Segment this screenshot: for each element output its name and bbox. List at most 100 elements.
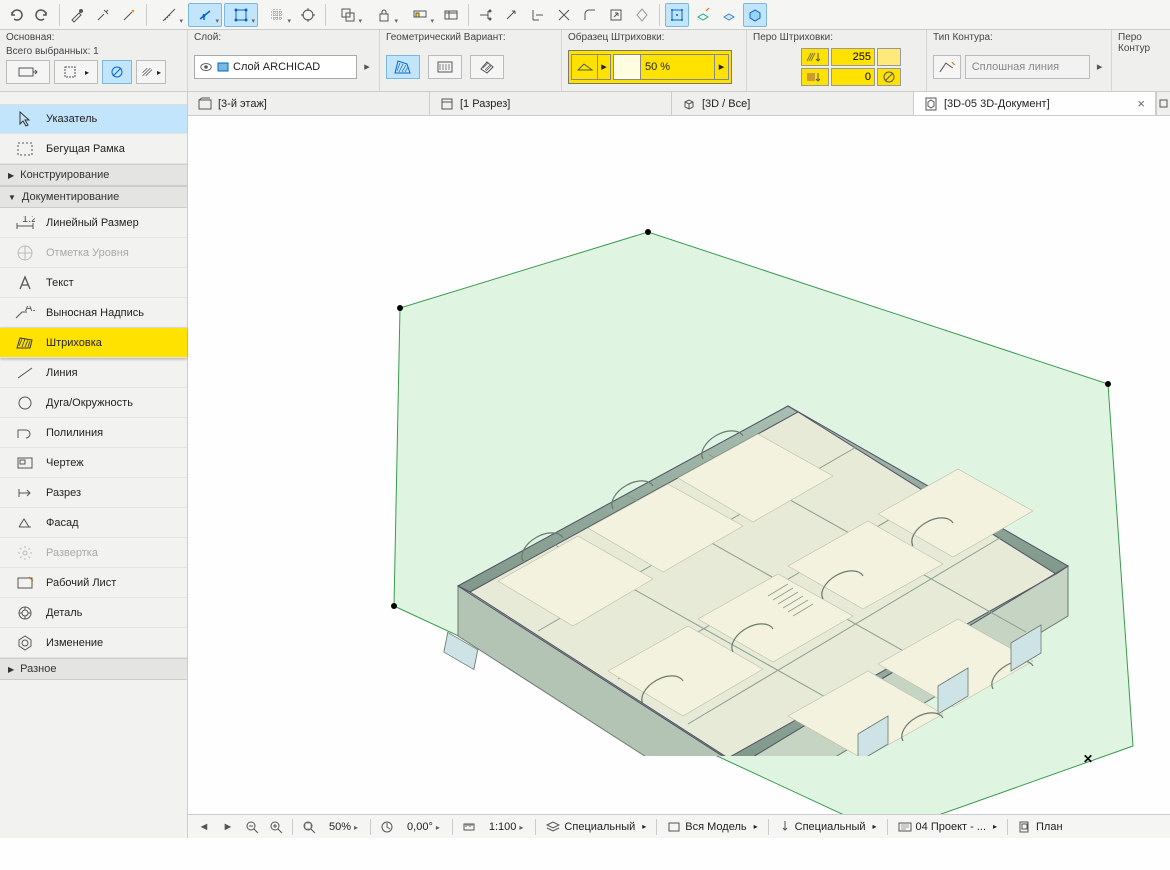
tab-3ddoc[interactable]: [3D-05 3D-Документ] ×	[914, 92, 1156, 115]
scale-value[interactable]: 1:100	[483, 821, 530, 833]
sidebar-item-hatch[interactable]: Штриховка	[0, 328, 187, 358]
display-dropdown[interactable]	[403, 3, 437, 27]
selection-settings-button[interactable]	[6, 60, 50, 84]
layer-arrow[interactable]: ▸	[361, 60, 373, 73]
zoom-prev-button[interactable]: ◄	[194, 818, 214, 836]
hatch-type-button[interactable]: ▸	[136, 60, 166, 84]
intersect-button[interactable]	[552, 3, 576, 27]
zoom-in-button[interactable]	[266, 818, 286, 836]
zoom-value[interactable]: 50%	[323, 821, 364, 833]
pen-fg-swatch[interactable]	[877, 48, 901, 66]
edit-plane-button[interactable]	[691, 3, 715, 27]
contour-toggle[interactable]	[933, 55, 961, 79]
cube-icon	[682, 97, 696, 111]
sidebar-header-document[interactable]: ▼Документирование	[0, 186, 187, 208]
resize-button[interactable]	[604, 3, 628, 27]
contour-type-combo[interactable]: Сплошная линия	[965, 55, 1091, 79]
sidebar-item-line[interactable]: Линия	[0, 358, 187, 388]
sidebar-item-interior[interactable]: Развертка	[0, 538, 187, 568]
contour-arrow[interactable]: ▸	[1094, 60, 1105, 73]
hatch-category-arrow[interactable]: ▸	[597, 54, 611, 80]
sidebar-item-elevation[interactable]: Фасад	[0, 508, 187, 538]
tab-section1[interactable]: [1 Разрез]	[430, 92, 672, 115]
snap-toggle[interactable]	[296, 3, 320, 27]
zoom-fit-button[interactable]	[299, 818, 319, 836]
pen-bg-icon[interactable]	[801, 68, 829, 86]
gravity-button[interactable]	[717, 3, 741, 27]
status-model[interactable]: Вся Модель▸	[663, 821, 761, 833]
eyedropper-button[interactable]	[65, 3, 89, 27]
sidebar-header-construct[interactable]: ▶Конструирование	[0, 164, 187, 186]
sidebar-item-drawing[interactable]: Чертеж	[0, 448, 187, 478]
polygon-node[interactable]	[645, 229, 651, 235]
label-icon: A1	[14, 302, 36, 324]
sidebar-item-text[interactable]: Текст	[0, 268, 187, 298]
sidebar-item-level[interactable]: Отметка Уровня	[0, 238, 187, 268]
status-plan[interactable]: План	[1014, 821, 1067, 833]
sidebar-item-label[interactable]: A1 Выносная Надпись	[0, 298, 187, 328]
pen-bg-swatch[interactable]	[877, 68, 901, 86]
sidebar-item-change[interactable]: Изменение	[0, 628, 187, 658]
geom-poly-button[interactable]	[386, 55, 420, 79]
polygon-cursor-x: ✕	[1083, 752, 1093, 766]
sidebar-item-dimension[interactable]: 1.2 Линейный Размер	[0, 208, 187, 238]
plan-icon	[1018, 821, 1032, 833]
sidebar-marquee[interactable]: Бегущая Рамка	[0, 134, 187, 164]
inject-button[interactable]	[91, 3, 115, 27]
zoom-next-button[interactable]: ►	[218, 818, 238, 836]
grid-dropdown[interactable]	[260, 3, 294, 27]
sidebar-item-worksheet[interactable]: Рабочий Лист	[0, 568, 187, 598]
polygon-node[interactable]	[391, 603, 397, 609]
layer-combo[interactable]: Слой ARCHICAD	[194, 55, 357, 79]
hatch-opacity[interactable]: 50 %	[641, 54, 715, 80]
magic-wand-button[interactable]	[117, 3, 141, 27]
extend-button[interactable]	[500, 3, 524, 27]
sidebar-item-polyline[interactable]: Полилиния	[0, 418, 187, 448]
ruler-dropdown[interactable]	[152, 3, 186, 27]
pen-bg-value[interactable]	[831, 68, 875, 86]
hatch-pattern-arrow[interactable]: ▸	[715, 54, 729, 80]
hatch-swatch[interactable]	[613, 54, 641, 80]
orientation-button[interactable]	[377, 818, 397, 836]
redo-button[interactable]	[30, 3, 54, 27]
undo-button[interactable]	[4, 3, 28, 27]
polygon-node[interactable]	[1105, 381, 1111, 387]
viewport[interactable]: ✕	[188, 116, 1170, 814]
change-icon	[14, 632, 36, 654]
view3d-button[interactable]	[665, 3, 689, 27]
geom-rect-button[interactable]	[428, 55, 462, 79]
status-project[interactable]: 04 Проект - ...▸	[894, 821, 1001, 833]
lock-dropdown[interactable]	[367, 3, 401, 27]
zoom-out-button[interactable]	[242, 818, 262, 836]
tab-floor3[interactable]: [3-й этаж]	[188, 92, 430, 115]
sidebar-item-section[interactable]: Разрез	[0, 478, 187, 508]
snap-perp-dropdown[interactable]	[188, 3, 222, 27]
sidebar-item-arc[interactable]: Дуга/Окружность	[0, 388, 187, 418]
snap-grid-dropdown[interactable]	[224, 3, 258, 27]
polygon-node[interactable]	[397, 305, 403, 311]
angle-value[interactable]: 0,00°	[401, 821, 446, 833]
fillet-button[interactable]	[578, 3, 602, 27]
sidebar-header-misc[interactable]: ▶Разное	[0, 658, 187, 680]
trace-button[interactable]	[743, 3, 767, 27]
selection-mode-button[interactable]: ▸	[54, 60, 98, 84]
geom-rotrect-button[interactable]	[470, 55, 504, 79]
show-hide-button[interactable]	[439, 3, 463, 27]
pen-fg-value[interactable]	[831, 48, 875, 66]
scale-button[interactable]	[459, 818, 479, 836]
sidebar-pointer[interactable]: Указатель	[0, 104, 187, 134]
group-dropdown[interactable]	[331, 3, 365, 27]
trim-button[interactable]	[474, 3, 498, 27]
status-layers[interactable]: Специальный▸	[542, 821, 650, 833]
hatch-icon	[14, 332, 36, 354]
adjust-button[interactable]	[526, 3, 550, 27]
tab-3d[interactable]: [3D / Все]	[672, 92, 914, 115]
hatch-category-button[interactable]	[571, 54, 597, 80]
deselect-button[interactable]	[102, 60, 132, 84]
tab-close-button[interactable]: ×	[1137, 96, 1145, 111]
pen-fg-icon[interactable]	[801, 48, 829, 66]
split-button[interactable]	[630, 3, 654, 27]
status-pen[interactable]: Специальный▸	[775, 820, 881, 834]
tab-overflow[interactable]	[1156, 92, 1170, 115]
sidebar-item-detail[interactable]: Деталь	[0, 598, 187, 628]
